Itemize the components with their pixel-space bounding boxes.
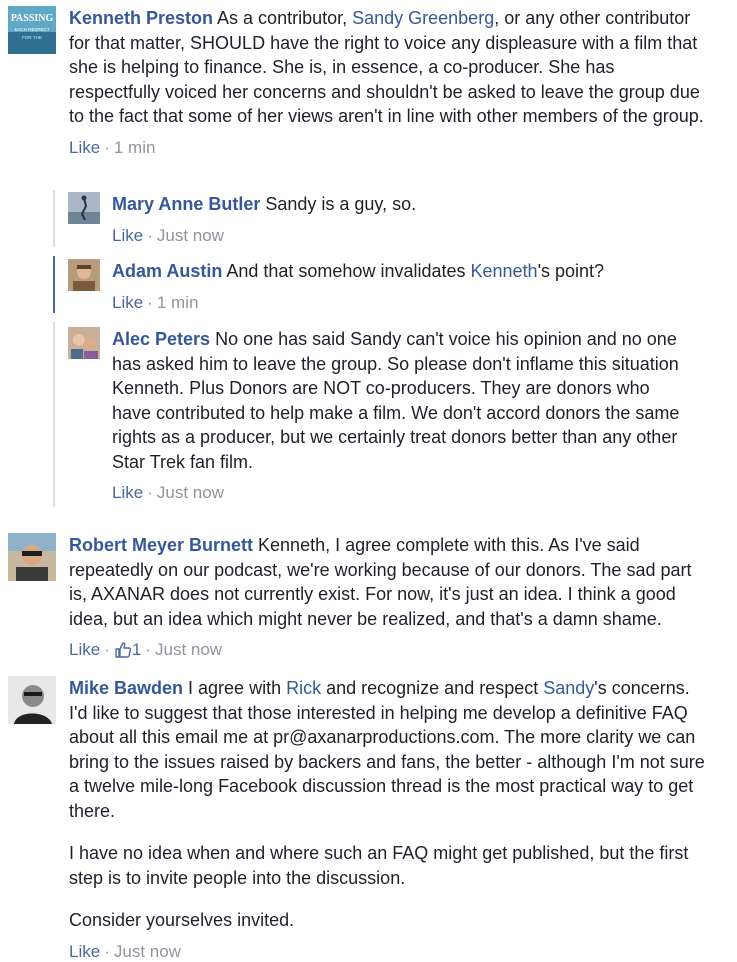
like-link[interactable]: Like (69, 942, 100, 962)
avatar-image (68, 259, 100, 291)
timestamp[interactable]: Just now (114, 942, 181, 962)
timestamp[interactable]: Just now (155, 640, 222, 660)
reply-body: Alec Peters No one has said Sandy can't … (112, 327, 687, 503)
avatar-alec-peters[interactable] (68, 327, 100, 359)
comment-paragraph: I have no idea when and where such an FA… (69, 843, 689, 888)
avatar-robert-meyer-burnett[interactable] (8, 533, 56, 581)
timestamp[interactable]: 1 min (157, 293, 199, 313)
avatar-adam-austin[interactable] (68, 259, 100, 291)
avatar-text-1: PASSING (11, 13, 54, 24)
meta-separator: · (147, 225, 153, 245)
reaction-count-value: 1 (131, 640, 142, 659)
comment-text-part: As a contributor, (213, 8, 353, 28)
comment-meta: Like · Just now (112, 226, 712, 246)
author-name-link[interactable]: Adam Austin (112, 261, 222, 281)
comment-text-part: 's concerns. I'd like to suggest that th… (69, 678, 705, 821)
avatar-kenneth-preston[interactable]: PASSING EACH RESPECT FOR THE (8, 6, 56, 54)
comment-paragraph: Mike Bawden I agree with Rick and recogn… (69, 676, 709, 823)
meta-separator: · (147, 292, 153, 312)
comment-meta: Like · 1 · Just now (69, 640, 709, 660)
timestamp[interactable]: Just now (157, 483, 224, 503)
comment-paragraph: Consider yourselves invited. (69, 910, 295, 930)
comment-body: Mike Bawden I agree with Rick and recogn… (69, 676, 709, 962)
mention-link[interactable]: Kenneth (471, 261, 538, 281)
reply-thread-rule (53, 190, 55, 247)
like-link[interactable]: Like (112, 483, 143, 503)
timestamp[interactable]: Just now (157, 226, 224, 246)
mention-link[interactable]: Rick (286, 678, 321, 698)
comment-text-part: Sandy is a guy, so. (260, 194, 417, 214)
author-name-link[interactable]: Mike Bawden (69, 678, 183, 698)
avatar-text-2: EACH RESPECT (14, 27, 49, 32)
comment-meta: Like · 1 min (69, 138, 709, 158)
avatar-image (68, 327, 100, 359)
mention-link[interactable]: Sandy Greenberg (352, 8, 494, 28)
author-name-link[interactable]: Kenneth Preston (69, 8, 213, 28)
like-link[interactable]: Like (112, 293, 143, 313)
comment-text-part: And that somehow invalidates (222, 261, 471, 281)
reply-text: Adam Austin And that somehow invalidates… (112, 259, 712, 284)
author-name-link[interactable]: Robert Meyer Burnett (69, 535, 253, 555)
like-link[interactable]: Like (69, 640, 100, 660)
reply-text: Mary Anne Butler Sandy is a guy, so. (112, 192, 712, 217)
author-name-link[interactable]: Alec Peters (112, 329, 210, 349)
comment-text-part: and recognize and respect (321, 678, 544, 698)
thumbs-up-icon (115, 642, 131, 658)
avatar-text-3: FOR THE (22, 35, 42, 40)
avatar-image (8, 676, 56, 724)
like-link[interactable]: Like (69, 138, 100, 158)
comment-text-part: I agree with (183, 678, 287, 698)
avatar-image (68, 192, 100, 224)
meta-separator: · (145, 640, 151, 659)
reply-body: Adam Austin And that somehow invalidates… (112, 259, 712, 313)
avatar-mike-bawden[interactable] (8, 676, 56, 724)
comment-text-part: 's point? (537, 261, 605, 281)
reply-text: Alec Peters No one has said Sandy can't … (112, 327, 687, 474)
meta-separator: · (104, 640, 110, 659)
comment-meta: Like · Just now (69, 942, 709, 962)
author-name-link[interactable]: Mary Anne Butler (112, 194, 260, 214)
comment-meta: Like · Just now (112, 483, 687, 503)
meta-separator: · (147, 483, 153, 502)
comment-text: Robert Meyer Burnett Kenneth, I agree co… (69, 533, 709, 631)
comment-text: Mike Bawden I agree with Rick and recogn… (69, 676, 709, 933)
avatar-image (8, 533, 56, 581)
reply-body: Mary Anne Butler Sandy is a guy, so. Lik… (112, 192, 712, 246)
comment-text-part: No one has said Sandy can't voice his op… (112, 329, 680, 472)
timestamp[interactable]: 1 min (114, 138, 156, 158)
reply-thread-rule-active (53, 256, 55, 313)
comment-body: Kenneth Preston As a contributor, Sandy … (69, 6, 709, 158)
comment-text: Kenneth Preston As a contributor, Sandy … (69, 6, 709, 129)
mention-link[interactable]: Sandy (543, 678, 594, 698)
reaction-count[interactable]: 1 (114, 640, 141, 660)
meta-separator: · (104, 941, 110, 961)
comment-meta: Like · 1 min (112, 293, 712, 313)
avatar-mary-anne-butler[interactable] (68, 192, 100, 224)
reply-thread-rule (53, 322, 55, 507)
like-link[interactable]: Like (112, 226, 143, 246)
meta-separator: · (104, 137, 110, 157)
avatar-image: PASSING EACH RESPECT FOR THE (8, 6, 56, 54)
comment-thread: PASSING EACH RESPECT FOR THE Kenneth Pre… (0, 0, 737, 962)
comment-body: Robert Meyer Burnett Kenneth, I agree co… (69, 533, 709, 660)
